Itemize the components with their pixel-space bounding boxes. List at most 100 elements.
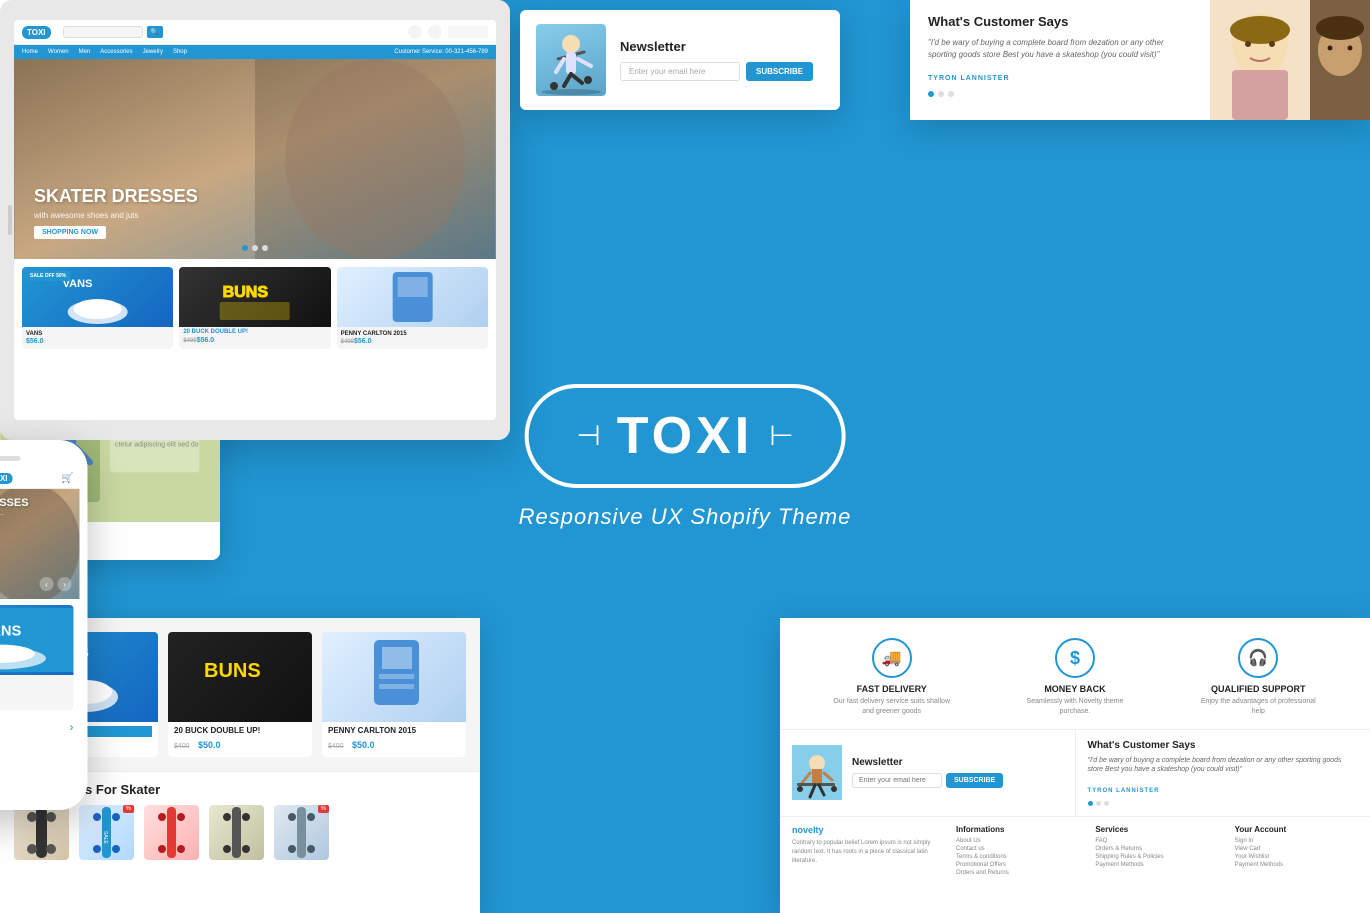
phone-next-arrow[interactable]: › <box>70 720 74 734</box>
sk-img-5 <box>274 805 329 860</box>
footer-link-faq[interactable]: FAQ <box>1095 838 1218 844</box>
support-icon: 🎧 <box>1248 648 1268 668</box>
brand-name: TOXI <box>617 406 753 466</box>
customer-quote-text: "I'd be wary of buying a complete board … <box>928 37 1192 61</box>
svg-text:SALE: SALE <box>102 831 108 844</box>
money-desc: Seamlessly with Novelty theme purchase. <box>1015 697 1135 717</box>
footer-link-promo[interactable]: Promotional Offers <box>956 862 1079 868</box>
phone-header: ☰ TOXI 🛒 <box>0 469 80 489</box>
customer-avatar-image <box>1210 0 1370 120</box>
next-arrow[interactable]: › <box>58 577 72 591</box>
sk-img-1 <box>14 805 69 860</box>
bw-customer-title: What's Customer Says <box>1088 740 1359 751</box>
phone-speaker <box>0 456 20 461</box>
phone-product-pricing: $400 $50.0 <box>0 688 68 706</box>
sk-svg-3 <box>144 805 199 860</box>
brand-tagline: Responsive UX Shopify Theme <box>519 504 852 530</box>
skateboard-4 <box>209 805 264 860</box>
tablet-product-2-price: $400$56.0 <box>179 337 330 348</box>
footer-col-informations-title: Informations <box>956 825 1079 834</box>
tablet-nav-shop: Shop <box>173 49 187 55</box>
penny-bag-svg <box>322 632 466 722</box>
newsletter-text-area: Newsletter Enter your email here SUBSCRI… <box>620 39 813 81</box>
dot-2 <box>938 91 944 97</box>
footer-col-services-title: Services <box>1095 825 1218 834</box>
quote-pagination-dots <box>928 91 1192 97</box>
phone-cart-icon: 🛒 <box>61 473 73 484</box>
tablet-nav-women: Women <box>48 49 69 55</box>
phone-hero-title: SKATER DRESSES <box>0 497 72 509</box>
footer-link-contact[interactable]: Contact us <box>956 846 1079 852</box>
skateboard-5: % <box>274 805 329 860</box>
bw-subscribe-button[interactable]: SUBSCRIBE <box>946 773 1003 788</box>
bw-newsletter-title: Newsletter <box>852 757 1003 768</box>
customer-says-title: What's Customer Says <box>928 14 1192 29</box>
tablet-product-1-label: SALE OFF 50% <box>26 271 70 281</box>
bw-quote-dots <box>1088 801 1359 806</box>
sk-img-3 <box>144 805 199 860</box>
newsletter-card-top: Newsletter Enter your email here SUBSCRI… <box>520 10 840 110</box>
footer-link-about[interactable]: About Us <box>956 838 1079 844</box>
buns-svg: BUNS <box>179 267 330 327</box>
buns-logo-svg: BUNS <box>168 632 312 722</box>
bw-skater-svg <box>792 745 842 800</box>
tablet-product-2-badge: 20 BUCK DOUBLE UP! <box>179 327 330 337</box>
phone-nav-arrows: ‹ › <box>0 716 80 738</box>
sale-badge-2: % <box>123 805 134 813</box>
newsletter-subscribe-button[interactable]: SUBSCRIBE <box>746 62 813 81</box>
tablet-search <box>63 26 143 38</box>
bp-buns-price: $400 $50.0 <box>174 735 306 753</box>
bw-customer-quote: "I'd be wary of buying a complete board … <box>1088 756 1359 776</box>
phone-hero-subtitle: Skater in 2015 #Awesome... <box>0 511 72 517</box>
bw-customer-author: TYRON LANNISTER <box>1088 788 1160 794</box>
footer-link-orders[interactable]: Orders and Returns <box>956 870 1079 876</box>
features-row: 🚚 FAST DELIVERY Our fast delivery servic… <box>780 618 1370 730</box>
footer-link-payment-methods[interactable]: Payment Methods <box>1235 862 1358 868</box>
footer-link-cart[interactable]: View Cart <box>1235 846 1358 852</box>
bw-dot-2 <box>1096 801 1101 806</box>
footer-link-orders-returns[interactable]: Orders & Returns <box>1095 846 1218 852</box>
tablet-hero: SKATER DRESSES with awesome shoes and ju… <box>14 59 496 259</box>
phone-product-info: VANS $400 $50.0 <box>0 675 74 710</box>
footer-col-account-title: Your Account <box>1235 825 1358 834</box>
tablet-mockup: TOXI 🔍 Home Women Men Accessories <box>0 0 510 440</box>
footer-link-wishlist[interactable]: Your Wishlist <box>1235 854 1358 860</box>
tablet-account <box>448 26 488 38</box>
newsletter-title: Newsletter <box>620 39 813 54</box>
money-title: MONEY BACK <box>1015 684 1135 694</box>
footer-link-payment[interactable]: Payment Methods <box>1095 862 1218 868</box>
skateboard-left-icon: ⊣ <box>576 419 600 452</box>
svg-text:ctetur adipiscing elit sed do: ctetur adipiscing elit sed do <box>115 441 199 448</box>
tablet-search-button[interactable]: 🔍 <box>147 26 163 38</box>
newsletter-email-input[interactable]: Enter your email here <box>620 62 740 81</box>
tablet-hero-text: SKATER DRESSES with awesome shoes and ju… <box>34 186 198 239</box>
prev-arrow[interactable]: ‹ <box>40 577 54 591</box>
tablet-hero-button[interactable]: SHOPPING NOW <box>34 226 106 239</box>
footer-brand-text: Contrary to popular belief Lorem ipsum i… <box>792 839 940 866</box>
skater-svg <box>536 24 606 96</box>
sk-img-2: SALE <box>79 805 134 860</box>
dot-1 <box>928 91 934 97</box>
tablet-header-actions <box>408 25 488 39</box>
tablet-hero-subtitle: with awesome shoes and juts <box>34 211 198 220</box>
footer-col-services: Services FAQ Orders & Returns Shipping R… <box>1095 825 1218 878</box>
feature-money: $ MONEY BACK Seamlessly with Novelty the… <box>1015 638 1135 717</box>
bp-buns-title: 20 BUCK DOUBLE UP! <box>174 726 306 735</box>
bp-buns-content: 20 BUCK DOUBLE UP! $400 $50.0 <box>168 722 312 757</box>
bw-email-input[interactable] <box>852 773 942 788</box>
tablet-product-2: BUNS 20 BUCK DOUBLE UP! $400$56.0 <box>179 267 330 349</box>
customer-says-card-top: What's Customer Says "I'd be wary of buy… <box>910 0 1370 120</box>
phone-product-title: VANS <box>0 679 68 688</box>
bp-penny-new-price: $50.0 <box>352 740 375 750</box>
customer-author: TYRON LANNISTER <box>928 75 1010 82</box>
tablet-product-3-image <box>337 267 488 327</box>
newsletter-form: Enter your email here SUBSCRIBE <box>620 62 813 81</box>
footer-link-terms[interactable]: Terms & conditions <box>956 854 1079 860</box>
footer-link-shipping[interactable]: Shipping Rules & Policies <box>1095 854 1218 860</box>
skateboards-row: SALE % <box>14 805 466 860</box>
tablet-home-button <box>8 205 12 235</box>
footer-link-signin[interactable]: Sign In <box>1235 838 1358 844</box>
tablet-bezel: TOXI 🔍 Home Women Men Accessories <box>0 0 510 440</box>
tablet-product-1-image: SALE OFF 50% VANS <box>22 267 173 327</box>
sk-svg-2: SALE <box>79 805 134 860</box>
